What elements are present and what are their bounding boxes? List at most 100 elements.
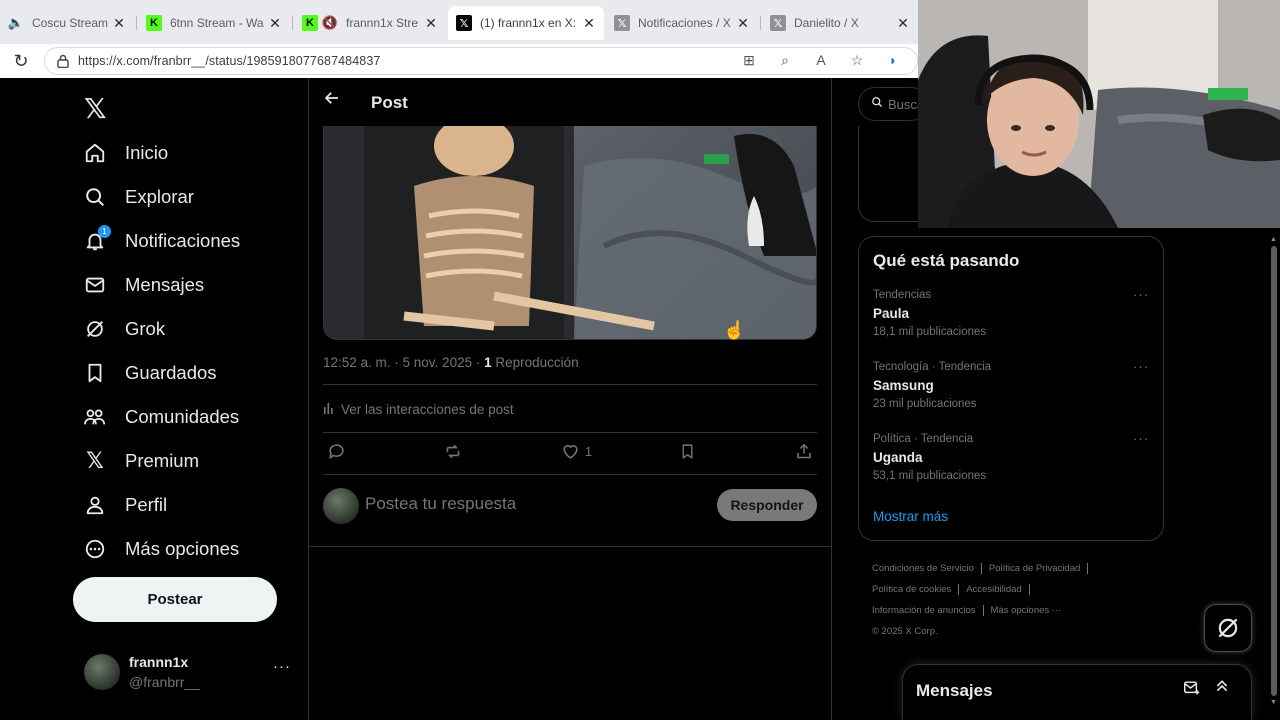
nav-label: Notificaciones xyxy=(125,230,241,251)
nav-item-guardados[interactable]: Guardados xyxy=(82,353,217,393)
close-icon[interactable]: ✕ xyxy=(268,15,282,32)
page-scrollbar[interactable]: ▲ ▼ xyxy=(1270,236,1278,706)
more-options-icon[interactable]: ··· xyxy=(1133,287,1149,302)
trends-panel: Qué está pasando Tendencias Paula 18,1 m… xyxy=(858,236,1164,541)
favorite-star-icon[interactable]: ☆ xyxy=(847,52,867,69)
tab-danielito[interactable]: 𝕏 Danielito / X ✕ xyxy=(762,6,918,40)
browser-tab-bar: 🔈 Coscu Stream ✕ K 6tnn Stream - Wat ✕ K… xyxy=(0,0,918,44)
post-button[interactable]: Postear xyxy=(73,577,277,622)
home-icon xyxy=(82,140,108,166)
trend-item[interactable]: Política · Tendencia Uganda 53,1 mil pub… xyxy=(873,431,1153,489)
tab-6tnn-stream[interactable]: K 6tnn Stream - Wat ✕ xyxy=(138,6,290,40)
tab-label: (1) frannn1x en X: xyxy=(480,16,577,30)
accessibility-link[interactable]: Accesibilidad xyxy=(966,584,1021,595)
trend-context: Tecnología · Tendencia xyxy=(873,361,992,373)
show-more-link[interactable]: Mostrar más xyxy=(873,509,948,524)
lock-icon[interactable] xyxy=(57,54,69,68)
reply-button[interactable]: Responder xyxy=(717,489,817,521)
bookmark-icon[interactable] xyxy=(679,442,696,461)
trend-name: Uganda xyxy=(873,450,923,465)
close-icon[interactable]: ✕ xyxy=(896,15,910,32)
trends-title: Qué está pasando xyxy=(873,251,1020,270)
post-interactions-link[interactable]: Ver las interacciones de post xyxy=(323,402,514,417)
new-message-icon[interactable] xyxy=(1183,680,1201,701)
nav-item-mas-opciones[interactable]: Más opciones xyxy=(82,529,239,569)
tab-notificaciones[interactable]: 𝕏 Notificaciones / X ✕ xyxy=(606,6,758,40)
app-available-icon[interactable]: ⊞ xyxy=(739,52,759,69)
nav-item-premium[interactable]: 𝕏 Premium xyxy=(82,441,199,481)
more-options-icon[interactable]: ··· xyxy=(1133,359,1149,374)
hand-cursor-icon: ☝ xyxy=(723,320,746,340)
interactions-label: Ver las interacciones de post xyxy=(341,402,514,417)
like-button[interactable]: 1 xyxy=(561,442,592,461)
reply-composer: Responder xyxy=(323,486,817,526)
tab-frannn1x-stream[interactable]: K 🔇 frannn1x Stre ✕ xyxy=(294,6,446,40)
expand-chevrons-icon[interactable] xyxy=(1214,678,1230,699)
close-icon[interactable]: ✕ xyxy=(736,15,750,32)
webcam-video xyxy=(918,0,1280,228)
ads-info-link[interactable]: Información de anuncios xyxy=(872,605,976,616)
post-detail-column: Post ☝ 12:52 a. m. · 5 nov. 2025 · 1 Rep… xyxy=(308,78,832,720)
trend-item[interactable]: Tendencias Paula 18,1 mil publicaciones … xyxy=(873,287,1153,345)
terms-link[interactable]: Condiciones de Servicio xyxy=(872,563,974,574)
close-icon[interactable]: ✕ xyxy=(112,15,126,32)
scrollbar-thumb[interactable] xyxy=(1271,246,1277,696)
search-icon xyxy=(82,184,108,210)
nav-item-mensajes[interactable]: Mensajes xyxy=(82,265,204,305)
nav-label: Inicio xyxy=(125,142,169,163)
heart-icon xyxy=(563,445,578,459)
close-icon[interactable]: ✕ xyxy=(582,15,596,32)
avatar xyxy=(323,488,359,524)
trend-count: 53,1 mil publicaciones xyxy=(873,470,987,482)
more-options-link[interactable]: Más opciones ··· xyxy=(991,605,1062,616)
post-media-video[interactable] xyxy=(323,126,817,340)
grok-floating-button[interactable] xyxy=(1204,604,1252,652)
mail-icon xyxy=(82,272,108,298)
messages-drawer[interactable]: Mensajes xyxy=(902,664,1252,720)
url-text[interactable]: https://x.com/franbrr__/status/198591807… xyxy=(78,54,380,68)
repost-icon[interactable] xyxy=(443,442,463,461)
share-icon[interactable] xyxy=(795,442,813,461)
reply-icon[interactable] xyxy=(327,442,346,461)
nav-label: Grok xyxy=(125,318,166,339)
scroll-down-icon[interactable]: ▼ xyxy=(1270,699,1277,706)
nav-item-comunidades[interactable]: Comunidades xyxy=(82,397,239,437)
privacy-link[interactable]: Política de Privacidad xyxy=(989,563,1080,574)
x-icon: 𝕏 xyxy=(770,15,786,31)
url-field[interactable]: https://x.com/franbrr__/status/198591807… xyxy=(44,47,918,75)
more-options-icon[interactable]: ··· xyxy=(273,658,291,675)
nav-item-notificaciones[interactable]: 1 Notificaciones xyxy=(82,221,240,261)
more-circle-icon xyxy=(82,536,108,562)
post-timestamp[interactable]: 12:52 a. m. · 5 nov. 2025 · xyxy=(323,355,484,370)
bookmark-icon xyxy=(82,360,108,386)
nav-label: Explorar xyxy=(125,186,194,207)
nav-item-inicio[interactable]: Inicio xyxy=(82,133,168,173)
bell-icon: 1 xyxy=(82,225,111,254)
trend-item[interactable]: Tecnología · Tendencia Samsung 23 mil pu… xyxy=(873,359,1153,417)
reply-input[interactable] xyxy=(365,494,665,514)
tab-frannn1x-x-post[interactable]: 𝕏 (1) frannn1x en X: ✕ xyxy=(448,6,604,40)
account-switcher[interactable]: frannn1x @franbrr__ ··· xyxy=(84,652,294,696)
zoom-icon[interactable]: ⌕ xyxy=(775,52,795,69)
nav-item-perfil[interactable]: Perfil xyxy=(82,485,167,525)
nav-item-grok[interactable]: Grok xyxy=(82,309,165,349)
back-arrow-icon[interactable] xyxy=(323,89,341,112)
divider xyxy=(323,432,817,433)
tab-coscu-stream[interactable]: 🔈 Coscu Stream ✕ xyxy=(0,6,134,40)
x-logo-icon[interactable]: 𝕏 xyxy=(84,92,107,125)
read-aloud-icon[interactable]: A xyxy=(811,52,831,69)
tab-label: Coscu Stream xyxy=(32,16,108,30)
trend-count: 23 mil publicaciones xyxy=(873,398,977,410)
person-icon xyxy=(82,492,108,518)
close-icon[interactable]: ✕ xyxy=(424,15,438,32)
copilot-icon[interactable]: ◗ xyxy=(883,52,903,69)
cookies-link[interactable]: Política de cookies xyxy=(872,584,951,595)
refresh-icon[interactable]: ↻ xyxy=(10,50,32,72)
messages-drawer-title: Mensajes xyxy=(916,681,993,700)
nav-item-explorar[interactable]: Explorar xyxy=(82,177,194,217)
left-sidebar: 𝕏 Inicio Explorar 1 Notificaciones Mensa… xyxy=(0,78,308,720)
more-options-icon[interactable]: ··· xyxy=(1133,431,1149,446)
page-title: Post xyxy=(371,93,408,112)
scroll-up-icon[interactable]: ▲ xyxy=(1270,236,1277,243)
muted-speaker-icon[interactable]: 🔇 xyxy=(322,15,338,31)
